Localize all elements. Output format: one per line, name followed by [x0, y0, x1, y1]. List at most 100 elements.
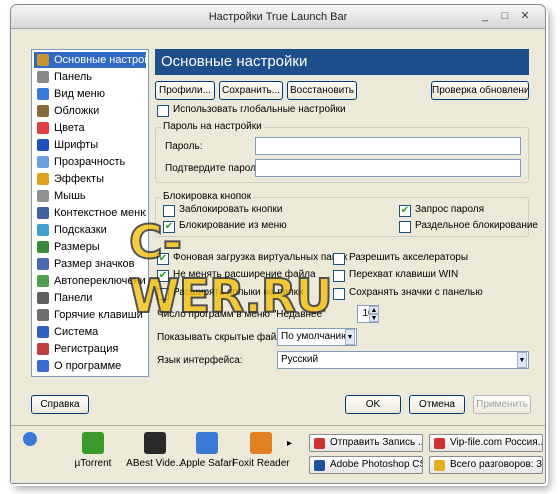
sidebar-item-label: Основные настройки	[54, 54, 146, 66]
taskbar-app[interactable]: Foxit Reader	[231, 432, 291, 469]
window-title: Настройки True Launch Bar	[208, 11, 348, 23]
sidebar-item-label: Вид меню	[54, 88, 105, 100]
category-icon	[37, 173, 49, 185]
category-icon	[37, 326, 49, 338]
ask-password-label: Запрос пароля	[415, 204, 485, 215]
sidebar-item[interactable]: Горячие клавиши	[34, 307, 146, 323]
category-icon	[37, 309, 49, 321]
taskbar-window-label: Vip-file.com Россия...	[450, 437, 543, 448]
sidebar-item-label: Контекстное меню	[54, 207, 146, 219]
sidebar-item-label: Панели	[54, 292, 93, 304]
separate-lock-label: Раздельное блокирование	[415, 220, 538, 231]
sidebar-item[interactable]: Эффекты	[34, 171, 146, 187]
app-icon	[82, 432, 104, 454]
taskbar-window-button[interactable]: Всего разговоров: 3	[429, 456, 543, 474]
category-icon	[37, 54, 49, 66]
save-icons-label: Сохранять значки с панелью	[349, 287, 483, 298]
sidebar-item-label: Размеры	[54, 241, 100, 253]
more-apps-arrow-icon[interactable]: ▸	[287, 438, 292, 449]
confirm-password-input[interactable]	[255, 159, 521, 177]
taskbar-app[interactable]: ABest Vide...	[125, 432, 185, 469]
taskbar-window-label: Adobe Photoshop CS...	[330, 459, 422, 470]
sidebar-item[interactable]: Панель	[34, 69, 146, 85]
category-icon	[37, 88, 49, 100]
password-label: Пароль:	[165, 141, 203, 152]
check-updates-button[interactable]: Проверка обновлений...	[431, 81, 529, 100]
sidebar-item-label: Автопереключение	[54, 275, 146, 287]
sidebar-item[interactable]: Размер значков	[34, 256, 146, 272]
sidebar-item[interactable]: Автопереключение	[34, 273, 146, 289]
sidebar-item[interactable]: Шрифты	[34, 137, 146, 153]
password-input[interactable]	[255, 137, 521, 155]
taskbar-app-label: Foxit Reader	[232, 458, 290, 469]
launch-bar-icon[interactable]	[23, 432, 37, 446]
save-icons-checkbox[interactable]	[333, 288, 345, 300]
lock-buttons-checkbox[interactable]	[163, 205, 175, 217]
sidebar-item[interactable]: Панели	[34, 290, 146, 306]
allow-accelerators-checkbox[interactable]	[333, 253, 345, 265]
sidebar-item[interactable]: Подсказки	[34, 222, 146, 238]
sidebar-item[interactable]: Мышь	[34, 188, 146, 204]
language-dropdown-icon[interactable]: ▼	[517, 352, 527, 368]
menu-lock-checkbox[interactable]: ✔	[163, 221, 175, 233]
use-global-settings-checkbox[interactable]	[157, 105, 169, 117]
section-header: Основные настройки	[155, 49, 529, 75]
sidebar-item[interactable]: Система	[34, 324, 146, 340]
category-icon	[37, 207, 49, 219]
sidebar-item[interactable]: Основные настройки	[34, 52, 146, 68]
sidebar-item[interactable]: О программе	[34, 358, 146, 374]
category-icon	[37, 139, 49, 151]
apply-button[interactable]: Применить	[473, 395, 531, 414]
expand-shortcuts-checkbox[interactable]	[157, 288, 169, 300]
keep-extension-checkbox[interactable]: ✔	[157, 270, 169, 282]
background-load-checkbox[interactable]: ✔	[157, 253, 169, 265]
window-icon	[434, 438, 445, 449]
category-icon	[37, 224, 49, 236]
use-global-settings-label: Использовать глобальные настройки	[173, 104, 346, 115]
app-icon	[196, 432, 218, 454]
category-icon	[37, 292, 49, 304]
sidebar-item[interactable]: Вид меню	[34, 86, 146, 102]
sidebar-item-label: О программе	[54, 360, 122, 372]
minimize-button[interactable]: _	[477, 9, 493, 24]
sidebar-item-label: Мышь	[54, 190, 86, 202]
sidebar-item[interactable]: Цвета	[34, 120, 146, 136]
close-button[interactable]: ✕	[517, 9, 533, 24]
button-lock-group	[155, 197, 529, 237]
sidebar-item[interactable]: Обложки	[34, 103, 146, 119]
ask-password-checkbox[interactable]: ✔	[399, 205, 411, 217]
spin-down-icon[interactable]: ▼	[369, 314, 379, 322]
category-icon	[37, 156, 49, 168]
taskbar: µTorrent ABest Vide... Apple Safari Foxit R…	[11, 425, 545, 483]
profiles-button[interactable]: Профили...	[155, 81, 215, 100]
help-button[interactable]: Справка	[31, 395, 89, 414]
language-select[interactable]: Русский	[277, 351, 529, 369]
maximize-button[interactable]: □	[497, 9, 513, 24]
taskbar-app[interactable]: µTorrent	[63, 432, 123, 469]
sidebar-item-label: Прозрачность	[54, 156, 126, 168]
sidebar-item[interactable]: Прозрачность	[34, 154, 146, 170]
taskbar-app-label: ABest Vide...	[126, 458, 184, 469]
taskbar-window-button[interactable]: Отправить Запись ...	[309, 434, 423, 452]
save-profile-button[interactable]: Сохранить...	[219, 81, 283, 100]
sidebar-item-label: Обложки	[54, 105, 100, 117]
title-bar[interactable]: Настройки True Launch Bar _ □ ✕	[11, 5, 545, 29]
restore-button[interactable]: Восстановить	[287, 81, 357, 100]
hidden-files-dropdown-icon[interactable]: ▼	[345, 329, 355, 345]
taskbar-window-button[interactable]: Adobe Photoshop CS...	[309, 456, 423, 474]
sidebar-item[interactable]: Контекстное меню	[34, 205, 146, 221]
window-icon	[314, 438, 325, 449]
sidebar-item[interactable]: Размеры	[34, 239, 146, 255]
cancel-button[interactable]: Отмена	[409, 395, 465, 414]
intercept-win-checkbox[interactable]	[333, 270, 345, 282]
separate-lock-checkbox[interactable]	[399, 221, 411, 233]
spin-up-icon[interactable]: ▲	[369, 306, 379, 314]
ok-button[interactable]: OK	[345, 395, 401, 414]
taskbar-window-button[interactable]: Vip-file.com Россия...	[429, 434, 543, 452]
intercept-win-label: Перехват клавиши WIN	[349, 269, 459, 280]
category-icon	[37, 343, 49, 355]
settings-category-list[interactable]: Основные настройки Панель Вид меню Обложки Ц…	[31, 49, 149, 377]
sidebar-item[interactable]: Регистрация	[34, 341, 146, 357]
lock-buttons-label: Заблокировать кнопки	[179, 204, 283, 215]
taskbar-app[interactable]: Apple Safari	[177, 432, 237, 469]
